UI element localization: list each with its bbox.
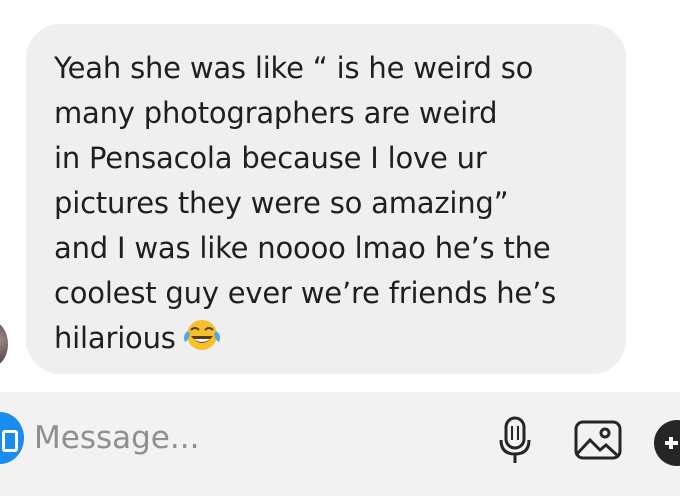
microphone-icon[interactable] xyxy=(498,416,532,468)
chat-thread: Yeah she was like “ is he weird so many … xyxy=(0,0,680,392)
camera-button[interactable] xyxy=(0,412,24,464)
message-bubble[interactable]: Yeah she was like “ is he weird so many … xyxy=(26,24,626,374)
avatar[interactable] xyxy=(0,322,8,366)
face-with-tears-of-joy-icon xyxy=(183,320,220,350)
message-input[interactable] xyxy=(34,414,454,462)
message-text: Yeah she was like “ is he weird so many … xyxy=(54,51,557,355)
add-button[interactable] xyxy=(654,420,680,466)
message-composer xyxy=(0,392,680,496)
gallery-icon[interactable] xyxy=(574,420,622,460)
